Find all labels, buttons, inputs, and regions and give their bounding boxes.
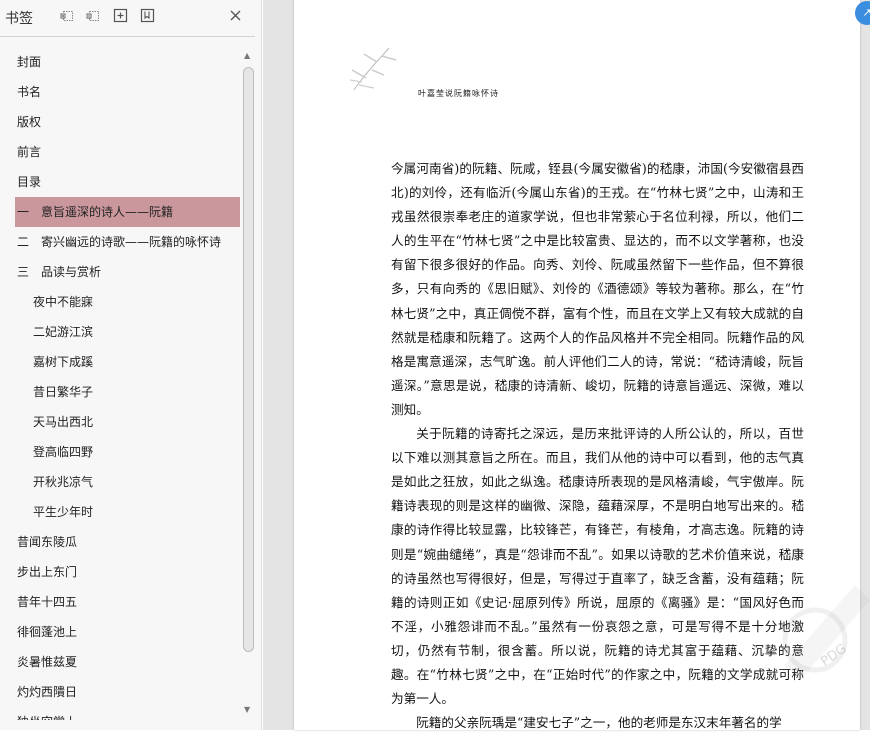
paragraph: 今属河南省)的阮籍、阮咸，铚县(今属安徽省)的嵇康，沛国(今安徽宿县西北)的刘伶… [391,161,804,417]
bookmark-item[interactable]: 二妃游江滨 [0,317,240,347]
bookmark-item[interactable]: 天马出西北 [0,407,240,437]
bookmark-item[interactable]: 步出上东门 [0,557,240,587]
bookmark-item[interactable]: 昔闻东陵瓜 [0,527,240,557]
collapse-all-icon[interactable] [86,8,101,23]
pdf-page: 叶嘉莹说阮籍咏怀诗 今属河南省)的阮籍、阮咸，铚县(今属安徽省)的嵇康，沛国(今… [294,0,860,730]
paragraph: 关于阮籍的诗寄托之深远，是历来批评诗的人所公认的，所以，百世以下难以测其意旨之所… [391,426,804,707]
expand-all-icon[interactable] [60,8,75,23]
bookmark-item[interactable]: 徘徊蓬池上 [0,617,240,647]
bookmark-item[interactable]: 二 寄兴幽远的诗歌——阮籍的咏怀诗 [0,227,240,257]
bookmark-item[interactable]: 平生少年时 [0,497,240,527]
bookmark-item[interactable]: 书名 [0,77,240,107]
ink-bamboo-decoration [349,47,397,91]
bookmark-item[interactable]: 嘉树下成蹊 [0,347,240,377]
bookmark-item[interactable]: 目录 [0,167,240,197]
bookmark-tree: 封面 书名 版权 前言 目录一 意旨遥深的诗人——阮籍二 寄兴幽远的诗歌——阮籍的咏怀诗… [0,47,240,720]
bookmark-item[interactable]: 昔年十四五 [0,587,240,617]
document-viewer: 叶嘉莹说阮籍咏怀诗 今属河南省)的阮籍、阮咸，铚县(今属安徽省)的嵇康，沛国(今… [263,0,870,730]
bookmarks-title: 书签 [5,11,33,27]
scroll-up-icon[interactable]: ▲ [244,51,250,61]
page-body: 今属河南省)的阮籍、阮咸，铚县(今属安徽省)的嵇康，沛国(今安徽宿县西北)的刘伶… [391,157,804,735]
bookmarks-header: 书签 [0,0,262,34]
bookmark-item[interactable]: 开秋兆凉气 [0,467,240,497]
header-divider [0,36,255,37]
paragraph: 阮籍的父亲阮瑀是“建安七子”之一，他的老师是东汉末年著名的学 [416,715,782,731]
bookmark-item[interactable]: 封面 [0,47,240,77]
bookmark-item[interactable]: 登高临四野 [0,437,240,467]
bookmark-item[interactable]: 昔日繁华子 [0,377,240,407]
scroll-down-icon[interactable]: ▼ [244,705,250,715]
bookmark-item[interactable]: 三 品读与赏析 [0,257,240,287]
bookmarks-panel: 书签 封面 书名 版权 前言 目录一 意旨遥深的诗人——阮籍二 寄兴幽远的诗歌——阮籍的… [0,0,262,730]
running-head: 叶嘉莹说阮籍咏怀诗 [418,89,499,98]
bookmark-item[interactable]: 炎暑惟兹夏 [0,647,240,677]
bookmark-item[interactable]: 灼灼西隤日 [0,677,240,707]
bookmark-item-selected[interactable]: 一 意旨遥深的诗人——阮籍 [15,197,240,227]
scrollbar-thumb[interactable] [243,67,254,652]
bookmark-item[interactable]: 版权 [0,107,240,137]
bookmark-item[interactable]: 前言 [0,137,240,167]
bookmarks-scrollbar[interactable]: ▲ ▼ [241,47,255,720]
close-icon[interactable] [228,8,243,23]
bookmark-item[interactable]: 独坐空堂上 [0,707,240,720]
bookmark-item[interactable]: 夜中不能寐 [0,287,240,317]
bookmark-icon[interactable] [140,8,155,23]
add-bookmark-icon[interactable] [113,8,128,23]
